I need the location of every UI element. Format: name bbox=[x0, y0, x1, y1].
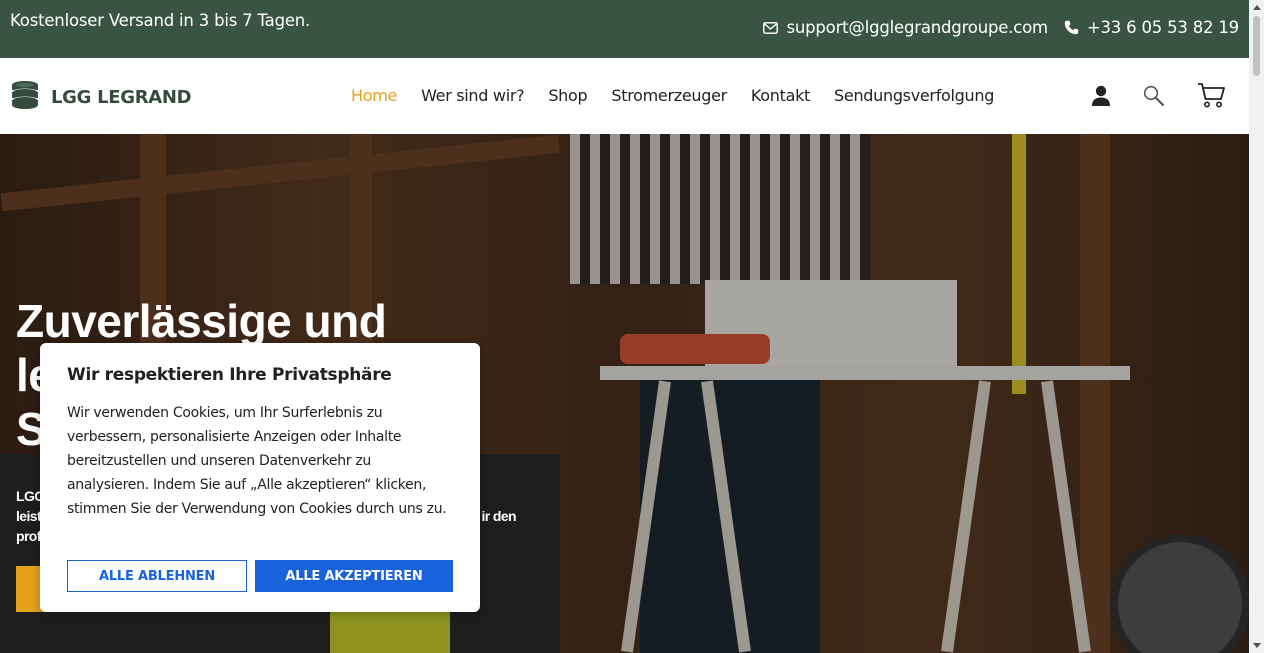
accept-all-button[interactable]: ALLE AKZEPTIEREN bbox=[255, 560, 453, 592]
scrollbar-thumb[interactable] bbox=[1253, 16, 1260, 76]
main-navigation: Home Wer sind wir? Shop Stromerzeuger Ko… bbox=[351, 86, 994, 105]
site-header: LGG LEGRAND Home Wer sind wir? Shop Stro… bbox=[0, 58, 1249, 134]
shipping-promo-text: Kostenloser Versand in 3 bis 7 Tagen. bbox=[10, 11, 311, 30]
cookie-dialog-title: Wir respektieren Ihre Privatsphäre bbox=[67, 365, 392, 385]
user-icon[interactable] bbox=[1091, 85, 1111, 111]
top-info-bar: Kostenloser Versand in 3 bis 7 Tagen. su… bbox=[0, 0, 1249, 58]
nav-item-about[interactable]: Wer sind wir? bbox=[421, 86, 525, 105]
nav-item-home[interactable]: Home bbox=[351, 86, 397, 105]
hero-text-fragment: leist bbox=[16, 508, 42, 524]
scroll-up-arrow-icon[interactable] bbox=[1253, 5, 1261, 10]
scroll-down-arrow-icon[interactable] bbox=[1253, 643, 1261, 648]
nav-item-shop[interactable]: Shop bbox=[548, 86, 587, 105]
phone-link[interactable]: +33 6 05 53 82 19 bbox=[1064, 18, 1239, 37]
site-logo[interactable]: LGG LEGRAND bbox=[10, 80, 192, 114]
cookie-consent-dialog: Wir respektieren Ihre Privatsphäre Wir v… bbox=[40, 343, 480, 612]
phone-icon bbox=[1064, 20, 1079, 35]
coin-stack-icon bbox=[10, 80, 41, 114]
reject-all-button[interactable]: ALLE ABLEHNEN bbox=[67, 560, 247, 592]
nav-item-contact[interactable]: Kontakt bbox=[751, 86, 810, 105]
header-actions bbox=[1091, 82, 1226, 113]
search-icon[interactable] bbox=[1143, 85, 1165, 111]
phone-number: +33 6 05 53 82 19 bbox=[1086, 18, 1239, 37]
email-link[interactable]: support@lgglegrandgroupe.com bbox=[763, 18, 1048, 37]
nav-item-tracking[interactable]: Sendungsverfolgung bbox=[834, 86, 994, 105]
logo-text: LGG LEGRAND bbox=[51, 86, 192, 108]
email-address: support@lgglegrandgroupe.com bbox=[786, 18, 1048, 37]
nav-item-generators[interactable]: Stromerzeuger bbox=[611, 86, 727, 105]
hero-text-fragment: ir den bbox=[481, 508, 516, 524]
contact-info: support@lgglegrandgroupe.com +33 6 05 53… bbox=[763, 18, 1239, 37]
mail-icon bbox=[763, 21, 779, 34]
page-scrollbar[interactable] bbox=[1249, 0, 1264, 653]
cookie-dialog-text: Wir verwenden Cookies, um Ihr Surferlebn… bbox=[67, 405, 447, 517]
hero-title-line: Zuverlässige und bbox=[16, 295, 387, 347]
cart-icon[interactable] bbox=[1197, 82, 1226, 113]
